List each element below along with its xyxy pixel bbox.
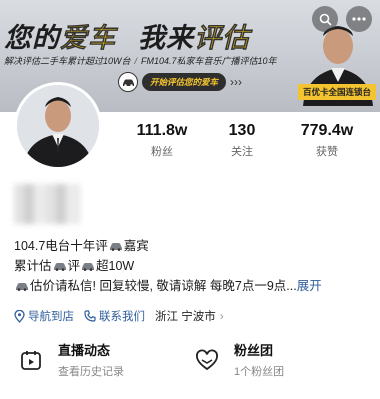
banner-tag: 百优卡全国连锁台 bbox=[297, 84, 376, 100]
stat-followers[interactable]: 111.8w 粉丝 bbox=[118, 122, 206, 159]
profile-bio[interactable]: 104.7电台十年评 嘉宾 累计估评超10W 估价请私信! 回复较慢, 敬请谅解 … bbox=[14, 236, 370, 296]
phone-icon bbox=[84, 310, 96, 322]
bio-line-3: 估价请私信! 回复较慢, 敬请谅解 每晚7点一9点...展开 bbox=[14, 276, 370, 296]
calendar-play-icon bbox=[14, 343, 48, 377]
fans-title: 粉丝团 bbox=[234, 343, 274, 358]
avatar[interactable] bbox=[14, 82, 102, 170]
likes-label: 获赞 bbox=[316, 146, 338, 158]
banner-title: 您的爱车 我来评估 bbox=[4, 23, 250, 55]
heart-group-icon bbox=[190, 343, 224, 377]
live-title: 直播动态 bbox=[58, 343, 111, 358]
banner-caption: 解决评估二手车累计超过10W台 / FM104.7私家车音乐广播评估10年 bbox=[4, 56, 277, 66]
stat-following[interactable]: 130 关注 bbox=[206, 122, 278, 159]
info-row: 导航到店 联系我们 浙江 宁波市 › bbox=[14, 308, 224, 324]
live-subtitle: 查看历史记录 bbox=[58, 366, 124, 378]
chevron-right-icon: › bbox=[219, 309, 224, 323]
likes-count: 779.4w bbox=[300, 122, 354, 139]
fan-group-entry[interactable]: 粉丝团 1个粉丝团 bbox=[190, 340, 340, 379]
slogan-text: 开始评估您的爱车 bbox=[142, 73, 227, 91]
navigate-to-store-link[interactable]: 导航到店 bbox=[14, 308, 74, 324]
followers-count: 111.8w bbox=[136, 122, 188, 139]
feature-row: 直播动态 查看历史记录 粉丝团 1个粉丝团 bbox=[14, 340, 370, 379]
avatar-image bbox=[17, 85, 99, 167]
car-icon bbox=[109, 243, 122, 251]
followers-label: 粉丝 bbox=[151, 146, 173, 158]
banner-slogan: 开始评估您的爱车 ››› bbox=[118, 72, 242, 92]
stats-row: 111.8w 粉丝 130 关注 779.4w 获赞 bbox=[118, 122, 380, 159]
car-badge-icon bbox=[118, 72, 138, 92]
bio-line-2: 累计估评超10W bbox=[14, 259, 135, 273]
search-icon[interactable] bbox=[312, 6, 338, 32]
following-count: 130 bbox=[228, 122, 256, 139]
location-text[interactable]: 浙江 宁波市 bbox=[155, 308, 216, 324]
expand-bio-link[interactable]: 展开 bbox=[297, 279, 322, 293]
fans-subtitle: 1个粉丝团 bbox=[234, 366, 285, 378]
car-icon bbox=[82, 263, 95, 271]
following-label: 关注 bbox=[231, 146, 253, 158]
top-action-bar bbox=[312, 6, 372, 32]
live-history-entry[interactable]: 直播动态 查看历史记录 bbox=[14, 340, 164, 379]
car-icon bbox=[16, 283, 28, 291]
arrow-right-icon: ››› bbox=[230, 75, 243, 89]
stat-likes[interactable]: 779.4w 获赞 bbox=[278, 122, 376, 159]
contact-us-link[interactable]: 联系我们 bbox=[84, 308, 145, 324]
car-icon bbox=[53, 263, 66, 271]
location-pin-icon bbox=[14, 309, 25, 323]
blurred-nickname bbox=[14, 184, 80, 224]
more-icon[interactable] bbox=[346, 6, 372, 32]
bio-line-1: 104.7电台十年评 嘉宾 bbox=[14, 239, 149, 253]
